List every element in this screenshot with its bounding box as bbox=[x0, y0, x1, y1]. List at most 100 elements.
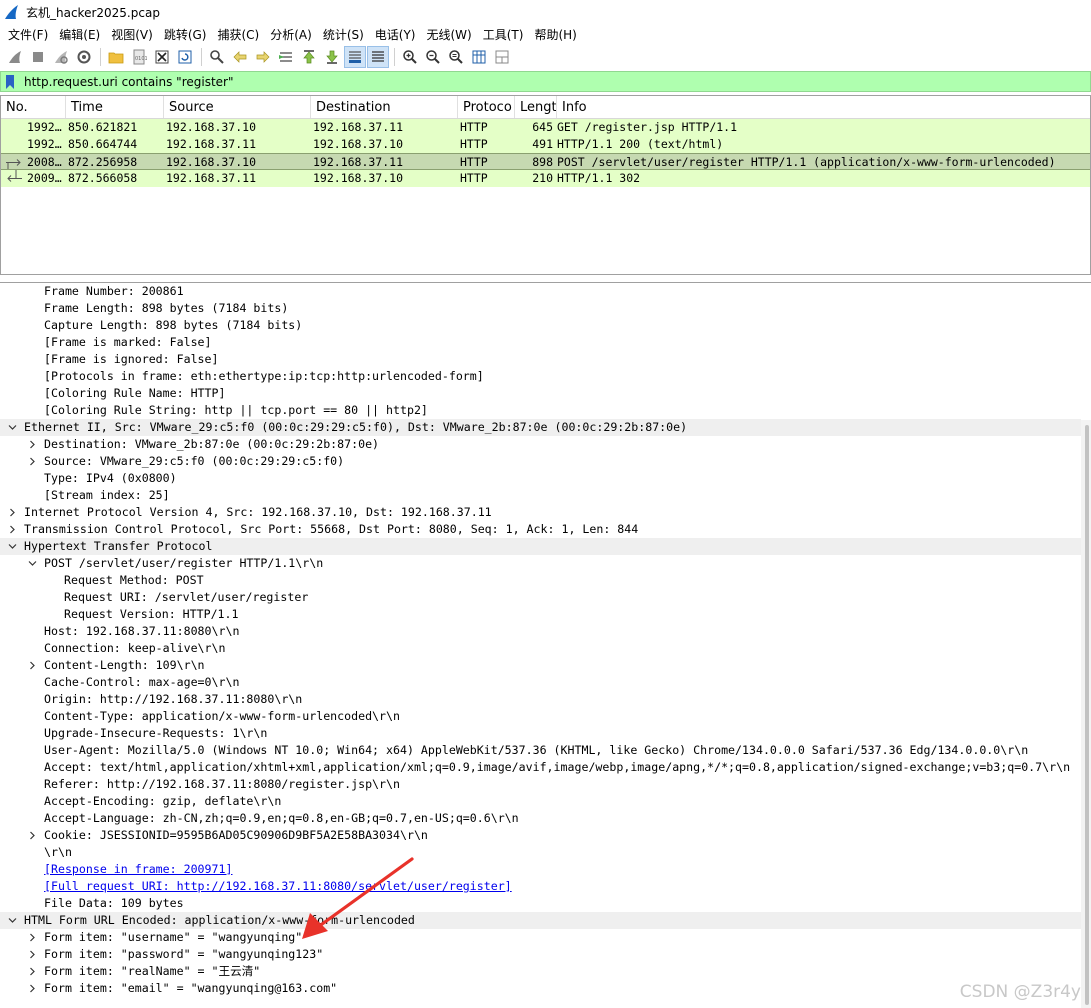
chevron-down-icon[interactable] bbox=[6, 538, 18, 555]
menu-item[interactable]: 文件(F) bbox=[4, 26, 55, 43]
column-header-source[interactable]: Source bbox=[164, 96, 311, 118]
detail-tree-item[interactable]: [Stream index: 25] bbox=[0, 487, 1081, 504]
menu-item[interactable]: 编辑(E) bbox=[55, 26, 107, 43]
chevron-right-icon[interactable] bbox=[26, 963, 38, 980]
detail-tree-item[interactable]: [Full request URI: http://192.168.37.11:… bbox=[0, 878, 1081, 895]
menu-item[interactable]: 电话(Y) bbox=[371, 26, 423, 43]
menu-item[interactable]: 分析(A) bbox=[266, 26, 319, 43]
detail-tree-item[interactable]: [Protocols in frame: eth:ethertype:ip:tc… bbox=[0, 368, 1081, 385]
detail-tree-item[interactable]: Type: IPv4 (0x0800) bbox=[0, 470, 1081, 487]
detail-tree-item[interactable]: Ethernet II, Src: VMware_29:c5:f0 (00:0c… bbox=[0, 419, 1081, 436]
detail-tree-item[interactable]: POST /servlet/user/register HTTP/1.1\r\n bbox=[0, 555, 1081, 572]
menu-item[interactable]: 工具(T) bbox=[479, 26, 531, 43]
detail-tree-item[interactable]: Accept: text/html,application/xhtml+xml,… bbox=[0, 759, 1081, 776]
detail-link[interactable]: [Full request URI: http://192.168.37.11:… bbox=[44, 878, 512, 895]
detail-tree-item[interactable]: Hypertext Transfer Protocol bbox=[0, 538, 1081, 555]
detail-tree-item[interactable]: Content-Length: 109\r\n bbox=[0, 657, 1081, 674]
menu-item[interactable]: 捕获(C) bbox=[213, 26, 266, 43]
restart-capture-button[interactable] bbox=[50, 46, 72, 68]
packet-row[interactable]: 2008… 872.256958 192.168.37.10 192.168.37.1… bbox=[1, 153, 1090, 170]
chevron-right-icon[interactable] bbox=[6, 521, 18, 538]
zoom-out-button[interactable] bbox=[422, 46, 444, 68]
detail-tree-item[interactable]: Source: VMware_29:c5:f0 (00:0c:29:29:c5:… bbox=[0, 453, 1081, 470]
packet-row[interactable]: 1992… 850.621821 192.168.37.10 192.168.37.1… bbox=[1, 119, 1090, 136]
detail-tree-item[interactable]: Accept-Encoding: gzip, deflate\r\n bbox=[0, 793, 1081, 810]
detail-tree-item[interactable]: File Data: 109 bytes bbox=[0, 895, 1081, 912]
detail-tree-item[interactable]: \r\n bbox=[0, 844, 1081, 861]
reload-file-button[interactable] bbox=[174, 46, 196, 68]
detail-tree-item[interactable]: Transmission Control Protocol, Src Port:… bbox=[0, 521, 1081, 538]
detail-tree-item[interactable]: Accept-Language: zh-CN,zh;q=0.9,en;q=0.8… bbox=[0, 810, 1081, 827]
detail-tree-item[interactable]: User-Agent: Mozilla/5.0 (Windows NT 10.0… bbox=[0, 742, 1081, 759]
chevron-right-icon[interactable] bbox=[26, 827, 38, 844]
detail-tree-item[interactable]: Internet Protocol Version 4, Src: 192.16… bbox=[0, 504, 1081, 521]
find-packet-button[interactable] bbox=[206, 46, 228, 68]
autoscroll-button[interactable] bbox=[344, 46, 366, 68]
chevron-right-icon[interactable] bbox=[26, 657, 38, 674]
display-filter-input[interactable] bbox=[19, 72, 1090, 91]
detail-tree-item[interactable]: Form item: "realName" = "王云清" bbox=[0, 963, 1081, 980]
go-to-packet-button[interactable] bbox=[275, 46, 297, 68]
filter-bookmark-button[interactable] bbox=[1, 72, 19, 91]
chevron-down-icon[interactable] bbox=[26, 555, 38, 572]
detail-tree-item[interactable]: Capture Length: 898 bytes (7184 bits) bbox=[0, 317, 1081, 334]
go-forward-button[interactable] bbox=[252, 46, 274, 68]
menu-item[interactable]: 视图(V) bbox=[107, 26, 160, 43]
detail-tree-item[interactable]: [Response in frame: 200971] bbox=[0, 861, 1081, 878]
detail-tree-item[interactable]: Request Version: HTTP/1.1 bbox=[0, 606, 1081, 623]
chevron-right-icon[interactable] bbox=[26, 929, 38, 946]
go-back-button[interactable] bbox=[229, 46, 251, 68]
first-packet-button[interactable] bbox=[298, 46, 320, 68]
menu-item[interactable]: 统计(S) bbox=[319, 26, 371, 43]
detail-link[interactable]: [Response in frame: 200971] bbox=[44, 861, 232, 878]
packet-row[interactable]: 1992… 850.664744 192.168.37.11 192.168.37.1… bbox=[1, 136, 1090, 153]
resize-columns-button[interactable] bbox=[468, 46, 490, 68]
detail-tree-item[interactable]: Cookie: JSESSIONID=9595B6AD05C90906D9BF5… bbox=[0, 827, 1081, 844]
detail-tree-item[interactable]: Cache-Control: max-age=0\r\n bbox=[0, 674, 1081, 691]
layout-button[interactable] bbox=[491, 46, 513, 68]
chevron-right-icon[interactable] bbox=[26, 980, 38, 997]
chevron-down-icon[interactable] bbox=[6, 419, 18, 436]
chevron-right-icon[interactable] bbox=[26, 453, 38, 470]
zoom-normal-button[interactable] bbox=[445, 46, 467, 68]
column-header-time[interactable]: Time bbox=[66, 96, 164, 118]
detail-tree-item[interactable]: [Frame is marked: False] bbox=[0, 334, 1081, 351]
detail-tree-item[interactable]: Frame Length: 898 bytes (7184 bits) bbox=[0, 300, 1081, 317]
chevron-right-icon[interactable] bbox=[26, 436, 38, 453]
column-header-protocol[interactable]: Protoco bbox=[458, 96, 515, 118]
last-packet-button[interactable] bbox=[321, 46, 343, 68]
detail-tree-item[interactable]: Upgrade-Insecure-Requests: 1\r\n bbox=[0, 725, 1081, 742]
colorize-button[interactable] bbox=[367, 46, 389, 68]
open-file-button[interactable] bbox=[105, 46, 127, 68]
detail-tree-item[interactable]: Referer: http://192.168.37.11:8080/regis… bbox=[0, 776, 1081, 793]
detail-tree-item[interactable]: Connection: keep-alive\r\n bbox=[0, 640, 1081, 657]
detail-tree-item[interactable]: Form item: "email" = "wangyunqing@163.co… bbox=[0, 980, 1081, 997]
column-header-info[interactable]: Info bbox=[557, 96, 1090, 118]
capture-options-button[interactable] bbox=[73, 46, 95, 68]
detail-tree-item[interactable]: Host: 192.168.37.11:8080\r\n bbox=[0, 623, 1081, 640]
packet-row[interactable]: 2009… 872.566058 192.168.37.11 192.168.37.1… bbox=[1, 170, 1090, 187]
column-header-length[interactable]: Lengt bbox=[515, 96, 557, 118]
detail-tree-item[interactable]: Request URI: /servlet/user/register bbox=[0, 589, 1081, 606]
detail-tree-item[interactable]: Form item: "username" = "wangyunqing" bbox=[0, 929, 1081, 946]
detail-tree-item[interactable]: [Coloring Rule Name: HTTP] bbox=[0, 385, 1081, 402]
chevron-down-icon[interactable] bbox=[6, 912, 18, 929]
menu-item[interactable]: 帮助(H) bbox=[530, 26, 583, 43]
detail-tree-item[interactable]: Destination: VMware_2b:87:0e (00:0c:29:2… bbox=[0, 436, 1081, 453]
start-capture-button[interactable] bbox=[4, 46, 26, 68]
save-file-button[interactable]: 0101 bbox=[128, 46, 150, 68]
detail-tree-item[interactable]: [Coloring Rule String: http || tcp.port … bbox=[0, 402, 1081, 419]
column-header-no[interactable]: No. bbox=[1, 96, 66, 118]
close-file-button[interactable] bbox=[151, 46, 173, 68]
zoom-in-button[interactable] bbox=[399, 46, 421, 68]
detail-tree-item[interactable]: Request Method: POST bbox=[0, 572, 1081, 589]
detail-tree-item[interactable]: Content-Type: application/x-www-form-url… bbox=[0, 708, 1081, 725]
detail-tree-item[interactable]: HTML Form URL Encoded: application/x-www… bbox=[0, 912, 1081, 929]
details-scroll-thumb[interactable] bbox=[1085, 425, 1089, 1005]
menu-item[interactable]: 跳转(G) bbox=[160, 26, 214, 43]
stop-capture-button[interactable] bbox=[27, 46, 49, 68]
chevron-right-icon[interactable] bbox=[6, 504, 18, 521]
menu-item[interactable]: 无线(W) bbox=[423, 26, 479, 43]
detail-tree-item[interactable]: [Frame is ignored: False] bbox=[0, 351, 1081, 368]
detail-tree-item[interactable]: Form item: "password" = "wangyunqing123" bbox=[0, 946, 1081, 963]
